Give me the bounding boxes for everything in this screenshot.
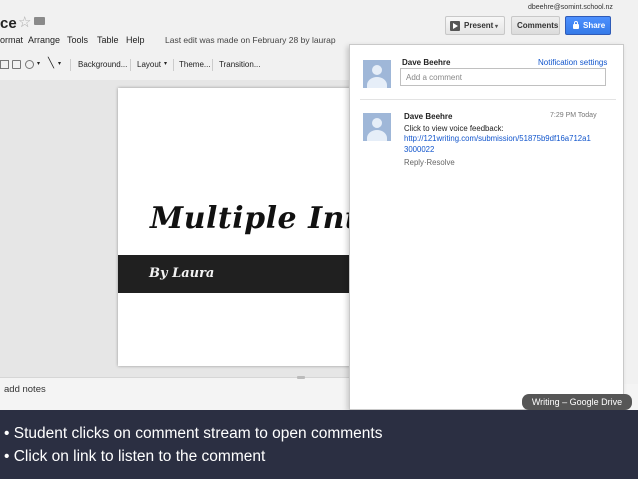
toolbar-divider — [70, 59, 71, 71]
chevron-down-icon[interactable]: ▾ — [37, 60, 40, 67]
transition-button[interactable]: Transition... — [219, 60, 261, 69]
feedback-link[interactable]: http://121writing.com/submission/51875b9… — [404, 134, 591, 143]
comments-label: Comments — [517, 21, 559, 30]
caption-banner: • Student clicks on comment stream to op… — [0, 410, 638, 479]
resize-handle[interactable] — [297, 376, 305, 379]
toolbar-divider — [130, 59, 131, 71]
document-title[interactable]: ce — [0, 15, 17, 32]
last-edit-link[interactable]: Last edit was made on February 28 by lau… — [165, 35, 336, 45]
menu-help[interactable]: Help — [126, 35, 145, 45]
resolve-link[interactable]: Resolve — [427, 158, 455, 167]
share-label: Share — [583, 21, 606, 30]
present-label: Present — [464, 21, 494, 30]
menu-arrange[interactable]: Arrange — [28, 35, 60, 45]
line-icon[interactable]: ╲ — [48, 58, 54, 69]
add-comment-input[interactable]: Add a comment — [400, 68, 606, 86]
slide-title[interactable]: Multiple Intelli — [150, 201, 350, 236]
user-email[interactable]: dbeehre@somint.school.nz — [528, 4, 613, 11]
play-icon — [450, 21, 460, 31]
share-button[interactable]: Share — [565, 16, 611, 35]
theme-button[interactable]: Theme... — [179, 60, 211, 69]
lock-icon — [573, 21, 579, 29]
caption-line: • Student clicks on comment stream to op… — [4, 425, 383, 442]
comment-timestamp: 7:29 PM Today — [550, 112, 597, 119]
menu-table[interactable]: Table — [97, 35, 119, 45]
image-insert-icon[interactable] — [0, 60, 9, 69]
reply-link[interactable]: Reply — [404, 158, 424, 167]
caption-line: • Click on link to listen to the comment — [4, 448, 266, 465]
panel-side-strip — [624, 44, 638, 384]
current-user-name: Dave Beehre — [402, 58, 451, 67]
folder-icon[interactable] — [34, 17, 45, 25]
present-button[interactable]: Present ▾ — [445, 16, 505, 35]
chevron-down-icon[interactable]: ▾ — [164, 60, 167, 67]
comment-author: Dave Beehre — [404, 112, 453, 121]
avatar — [363, 113, 391, 141]
chevron-down-icon[interactable]: ▾ — [495, 23, 498, 30]
menu-format[interactable]: ormat — [0, 35, 23, 45]
background-button[interactable]: Background... — [78, 60, 127, 69]
star-icon[interactable]: ☆ — [18, 13, 31, 31]
comments-button[interactable]: Comments — [511, 16, 560, 35]
toolbar-divider — [212, 59, 213, 71]
comment-text: Click to view voice feedback: — [404, 124, 504, 133]
notification-settings-link[interactable]: Notification settings — [538, 58, 607, 67]
slide[interactable]: Multiple Intelli By Laura — [118, 88, 350, 366]
feedback-link-continued[interactable]: 3000022 — [404, 145, 434, 154]
shape-icon[interactable] — [25, 60, 34, 69]
toolbar: ▾ ╲ ▾ Background... Layout ▾ Theme... Tr… — [0, 55, 350, 75]
avatar — [363, 60, 391, 88]
picture-icon[interactable] — [12, 60, 21, 69]
comment-actions: Reply·Resolve — [404, 158, 455, 167]
window-tooltip: Writing – Google Drive — [522, 394, 632, 410]
comment-divider — [360, 99, 616, 100]
chevron-down-icon[interactable]: ▾ — [58, 60, 61, 67]
notes-placeholder[interactable]: add notes — [4, 384, 46, 395]
slide-subtitle[interactable]: By Laura — [149, 266, 214, 281]
layout-button[interactable]: Layout — [137, 60, 161, 69]
toolbar-divider — [173, 59, 174, 71]
slide-subtitle-band: By Laura — [118, 255, 350, 293]
menu-tools[interactable]: Tools — [67, 35, 88, 45]
